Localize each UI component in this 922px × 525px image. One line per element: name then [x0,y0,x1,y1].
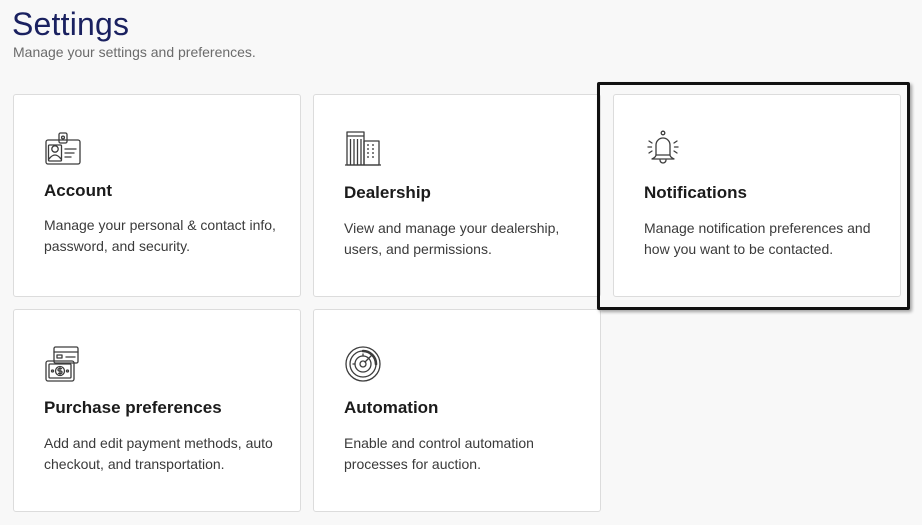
purchase-preferences-card-description: Add and edit payment methods, auto check… [44,435,273,472]
payment-card-icon [44,345,82,383]
building-icon [344,129,382,167]
dealership-card[interactable]: Dealership View and manage your dealersh… [313,94,601,297]
dealership-card-title: Dealership [344,183,431,202]
settings-page: Settings Manage your settings and prefer… [0,0,922,525]
id-badge-icon [44,131,82,169]
notifications-card[interactable]: Notifications Manage notification prefer… [613,94,901,297]
page-title: Settings [12,6,130,42]
automation-card[interactable]: Automation Enable and control automation… [313,309,601,512]
account-card-title: Account [44,181,112,200]
page-subtitle: Manage your settings and preferences. [13,44,256,60]
account-card[interactable]: Account Manage your personal & contact i… [13,94,301,297]
purchase-preferences-card[interactable]: Purchase preferences Add and edit paymen… [13,309,301,512]
account-card-description: Manage your personal & contact info, pas… [44,217,276,254]
automation-card-description: Enable and control automation processes … [344,435,534,472]
automation-dial-icon [344,345,382,383]
automation-card-title: Automation [344,398,439,417]
purchase-preferences-card-title: Purchase preferences [44,398,222,417]
notifications-card-title: Notifications [644,183,747,202]
dealership-card-description: View and manage your dealership, users, … [344,220,560,257]
notifications-card-description: Manage notification preferences and how … [644,220,871,257]
bell-icon [644,129,682,167]
